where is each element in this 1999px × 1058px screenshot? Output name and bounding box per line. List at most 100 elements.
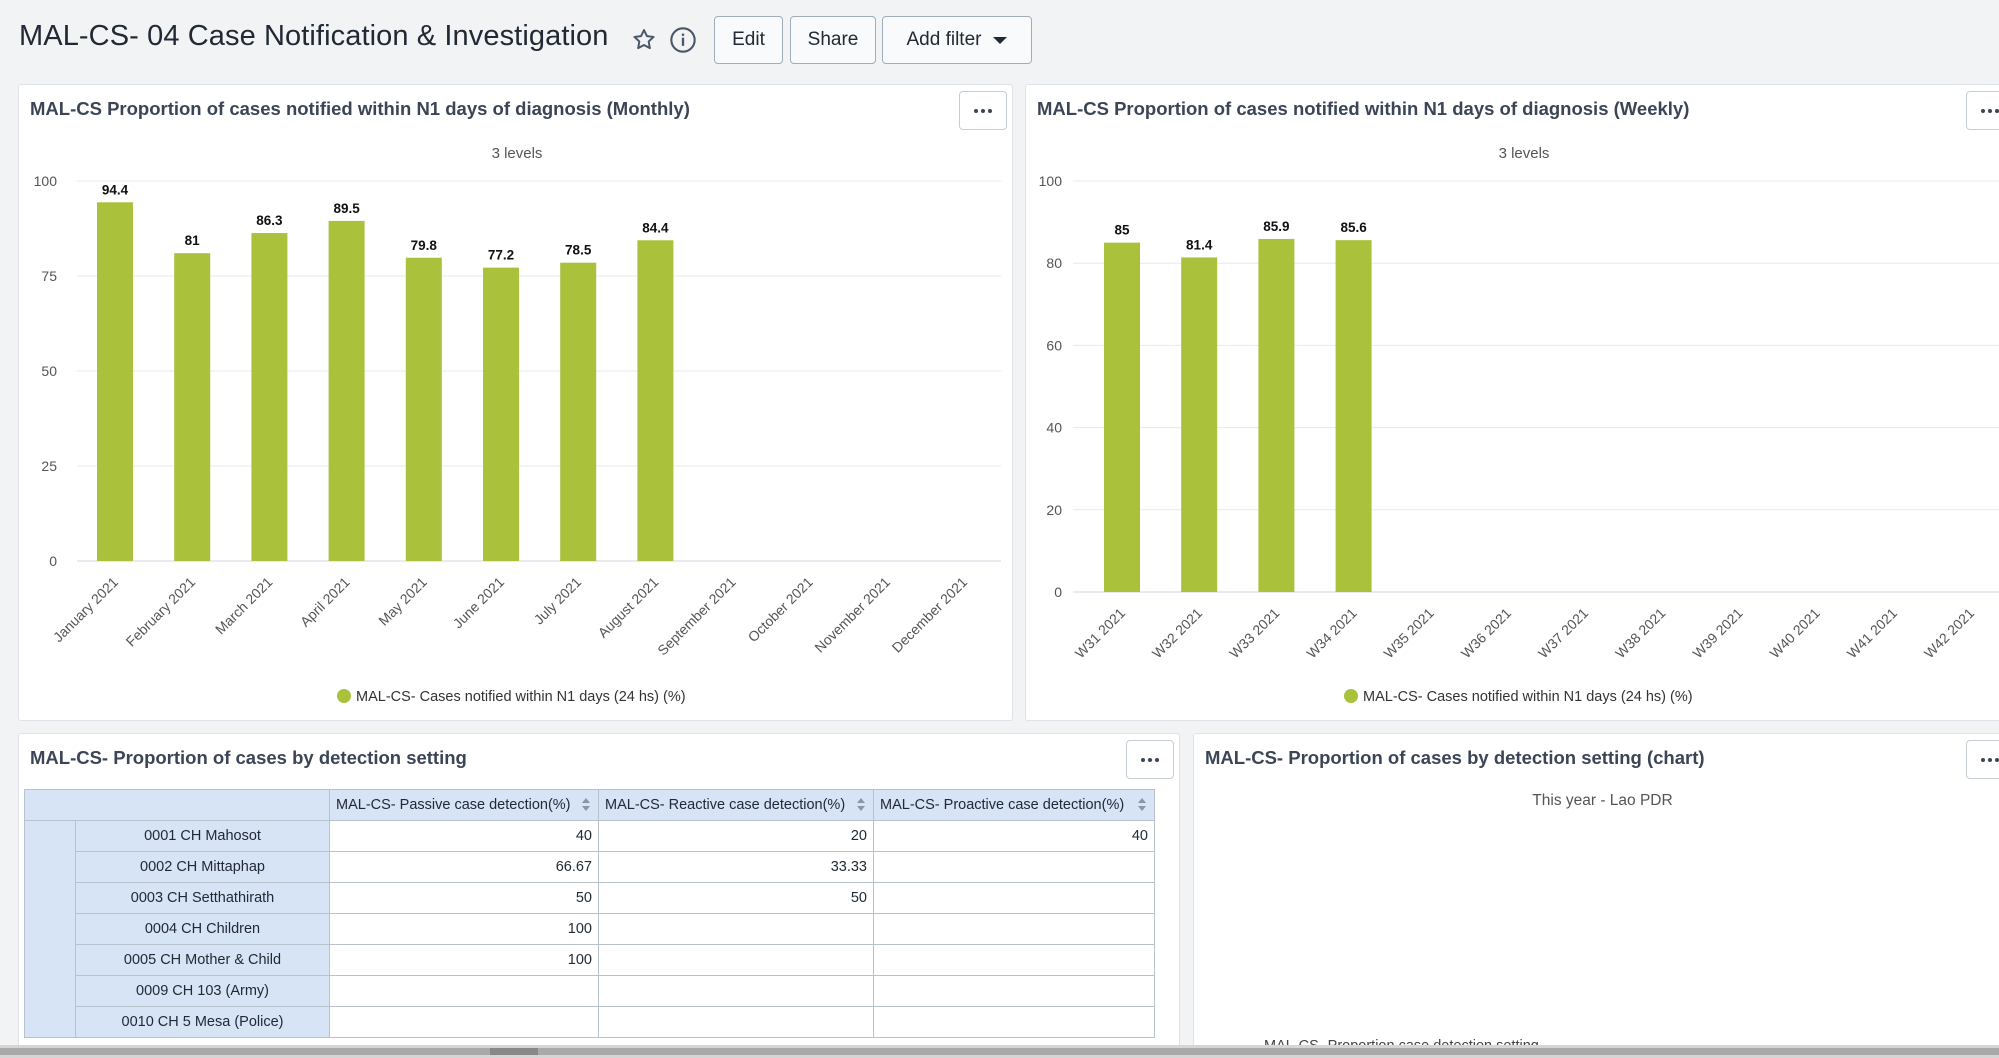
detection-chart-title: MAL-CS- Proportion of cases by detection…	[1205, 747, 1705, 768]
data-label: 79.8	[411, 238, 438, 253]
row-header: 0001 CH Mahosot	[75, 820, 330, 852]
data-label: 78.5	[565, 243, 592, 258]
table-cell: 50	[329, 882, 599, 914]
y-tick-label: 0	[49, 553, 57, 569]
x-tick-label: January 2021	[50, 574, 121, 645]
x-tick-label: W31 2021	[1072, 605, 1129, 662]
table-cell	[873, 851, 1155, 883]
data-label: 81	[185, 233, 201, 248]
bar[interactable]	[1104, 242, 1140, 592]
table-cell	[598, 944, 874, 976]
table-cell	[329, 975, 599, 1007]
page-horizontal-scrollbar[interactable]	[0, 1045, 1999, 1058]
table-cell: 66.67	[329, 851, 599, 883]
table-row: 0010 CH 5 Mesa (Police)	[25, 1006, 1155, 1038]
x-tick-label: April 2021	[297, 574, 353, 630]
x-tick-label: May 2021	[375, 574, 430, 629]
x-tick-label: W42 2021	[1921, 605, 1978, 662]
legend-swatch	[1344, 689, 1358, 703]
table-row: 0004 CH Children 100	[25, 913, 1155, 945]
data-label: 84.4	[642, 220, 669, 235]
table-cell: 100	[329, 913, 599, 945]
bar[interactable]	[328, 220, 365, 561]
info-icon[interactable]	[668, 25, 698, 55]
scrollbar-segment	[490, 1048, 538, 1055]
x-tick-label: W36 2021	[1458, 605, 1515, 662]
bar[interactable]	[97, 202, 133, 561]
table-row: 0001 CH Mahosot 40 20 40	[24, 820, 1155, 1038]
data-label: 81.4	[1186, 237, 1213, 252]
row-header: 0009 CH 103 (Army)	[75, 975, 330, 1007]
table-cell	[873, 975, 1155, 1007]
table-cell: 50	[598, 882, 874, 914]
bar[interactable]	[251, 233, 288, 561]
bar[interactable]	[1181, 257, 1218, 592]
column-header-reactive[interactable]: MAL-CS- Reactive case detection(%)	[598, 789, 874, 821]
table-row: 0005 CH Mother & Child 100	[25, 944, 1155, 976]
weekly-bar-chart: 3 levels 0 20 40 60 80 100 85 81.4 85.9 85.6 W31…	[1039, 145, 1999, 705]
table-cell: 40	[873, 820, 1155, 852]
row-header: 0010 CH 5 Mesa (Police)	[75, 1006, 330, 1038]
column-header-label: MAL-CS- Proactive case detection(%)	[880, 797, 1125, 813]
bar[interactable]	[405, 257, 442, 561]
scrollbar-thumb[interactable]	[0, 1048, 1999, 1055]
table-cell	[873, 882, 1155, 914]
table-cell	[873, 913, 1155, 945]
bar[interactable]	[1258, 238, 1295, 593]
x-tick-label: W35 2021	[1380, 605, 1437, 662]
monthly-chart-card: MAL-CS Proportion of cases notified with…	[18, 84, 1013, 721]
x-tick-label: W40 2021	[1766, 605, 1823, 662]
share-button[interactable]: Share	[790, 16, 876, 64]
bar[interactable]	[1335, 240, 1372, 592]
column-header-proactive[interactable]: MAL-CS- Proactive case detection(%)	[873, 789, 1155, 821]
y-tick-label: 0	[1054, 584, 1062, 600]
row-header: 0005 CH Mother & Child	[75, 944, 330, 976]
table-row: 0003 CH Setthathirath 50 50	[25, 882, 1155, 914]
x-tick-label: February 2021	[123, 574, 199, 650]
table-cell	[598, 913, 874, 945]
more-icon	[1981, 757, 1985, 762]
dashboard-header: MAL-CS- 04 Case Notification & Investiga…	[0, 0, 1999, 82]
add-filter-button[interactable]: Add filter	[882, 16, 1032, 64]
weekly-legend-label[interactable]: MAL-CS- Cases notified within N1 days (2…	[1363, 689, 1693, 705]
data-label: 85	[1114, 223, 1130, 238]
bar[interactable]	[174, 253, 211, 561]
y-tick-label: 80	[1046, 255, 1062, 271]
legend-swatch	[337, 689, 351, 703]
monthly-bar-chart: 3 levels 0 25 50 75 100 94.4 81 86.3 89.5 79.8 77…	[34, 145, 1001, 705]
table-cell: 40	[329, 820, 599, 852]
table-cell: 20	[598, 820, 874, 852]
x-tick-label: June 2021	[450, 574, 508, 632]
table-cell	[598, 975, 874, 1007]
table-cell	[873, 1006, 1155, 1038]
column-header-passive[interactable]: MAL-CS- Passive case detection(%)	[329, 789, 599, 821]
row-header: 0004 CH Children	[75, 913, 330, 945]
row-header: 0002 CH Mittaphap	[75, 851, 330, 883]
pivot-table-container[interactable]: MAL-CS- Passive case detection(%) MAL-CS…	[24, 789, 1179, 1057]
table-row: 0002 CH Mittaphap 66.67 33.33	[25, 851, 1155, 883]
y-tick-label: 100	[1039, 173, 1063, 189]
x-tick-label: W39 2021	[1689, 605, 1746, 662]
y-tick-label: 75	[41, 268, 57, 284]
dashboard-title: MAL-CS- 04 Case Notification & Investiga…	[19, 20, 609, 52]
pivot-table: MAL-CS- Passive case detection(%) MAL-CS…	[24, 789, 1155, 1038]
y-tick-label: 40	[1046, 420, 1062, 436]
weekly-chart-card: MAL-CS Proportion of cases notified with…	[1025, 84, 1999, 721]
x-tick-label: W34 2021	[1303, 605, 1360, 662]
monthly-legend-label[interactable]: MAL-CS- Cases notified within N1 days (2…	[356, 689, 686, 705]
detection-chart-menu-button[interactable]	[1966, 740, 1999, 779]
data-label: 86.3	[256, 213, 283, 228]
bar[interactable]	[637, 240, 674, 561]
edit-button[interactable]: Edit	[714, 16, 783, 64]
bar[interactable]	[560, 262, 597, 561]
table-row: 0009 CH 103 (Army)	[25, 975, 1155, 1007]
bar[interactable]	[483, 267, 519, 561]
x-tick-label: W33 2021	[1226, 605, 1283, 662]
data-label: 94.4	[102, 182, 129, 197]
table-corner-cell	[24, 789, 330, 821]
detection-table-menu-button[interactable]	[1126, 740, 1174, 779]
star-icon[interactable]	[629, 25, 659, 55]
table-cell	[598, 1006, 874, 1038]
table-cell: 100	[329, 944, 599, 976]
table-cell: 33.33	[598, 851, 874, 883]
